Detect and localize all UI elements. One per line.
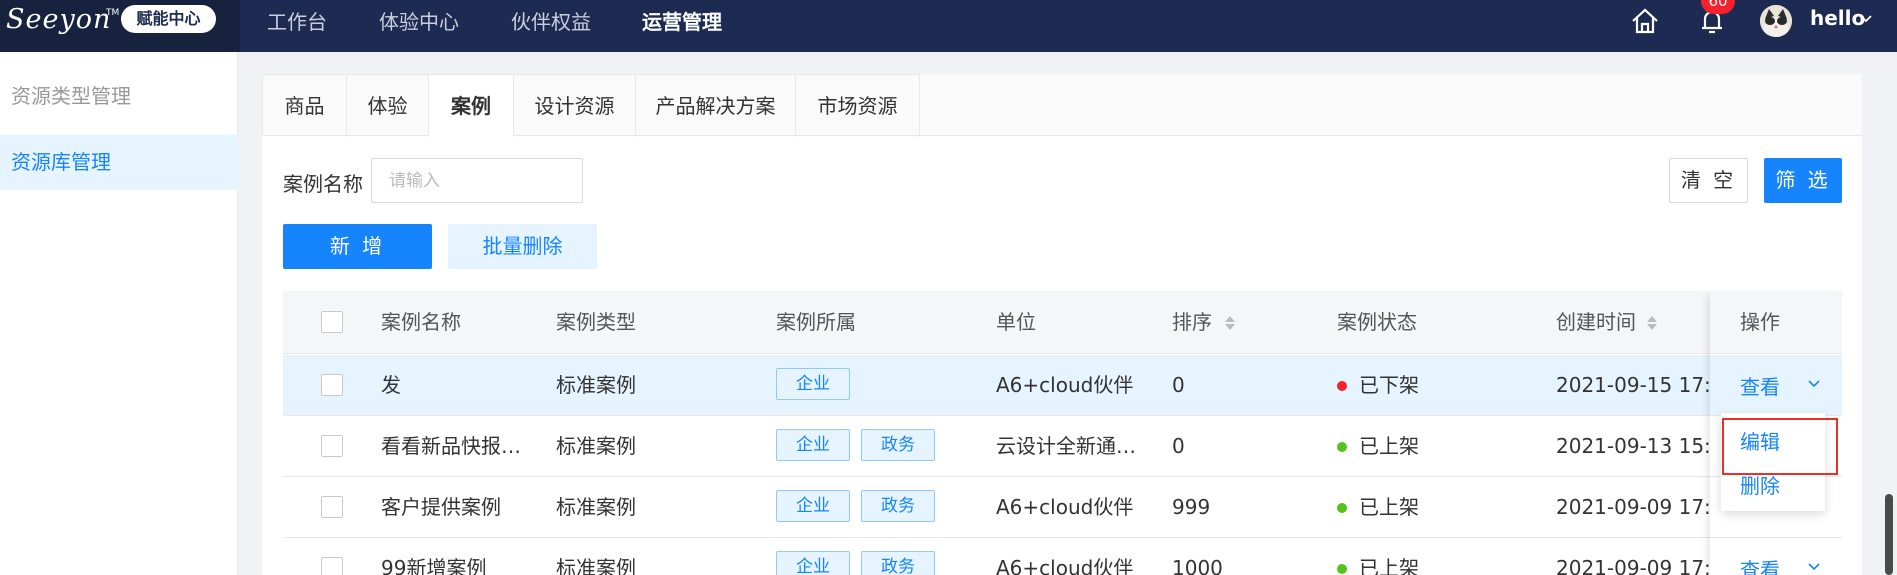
cell-unit: A6+cloud伙伴 [996, 556, 1134, 575]
column-header-actions: 操作 [1710, 291, 1842, 354]
logo-text: Seeyon [6, 4, 112, 35]
select-all-checkbox[interactable] [321, 311, 343, 333]
scrollbar-thumb[interactable] [1885, 494, 1893, 575]
nav-item-partner-rights[interactable]: 伙伴权益 [511, 6, 591, 35]
avatar[interactable] [1760, 5, 1792, 37]
tag-enterprise: 企业 [776, 551, 850, 575]
notification-badge: 60 [1701, 0, 1735, 14]
case-name-input[interactable] [371, 158, 583, 203]
tag-government: 政务 [861, 490, 935, 522]
cell-unit: A6+cloud伙伴 [996, 495, 1134, 519]
filter-button[interactable]: 筛 选 [1764, 158, 1842, 203]
cell-sort: 0 [1172, 373, 1185, 397]
cell-sort: 999 [1172, 495, 1211, 519]
tab-design-resources[interactable]: 设计资源 [514, 74, 636, 137]
nav-item-experience[interactable]: 体验中心 [379, 6, 459, 35]
row-checkbox[interactable] [321, 557, 343, 575]
tab-experience[interactable]: 体验 [347, 74, 429, 137]
tag-enterprise: 企业 [776, 368, 850, 400]
sidebar-item-resource-types[interactable]: 资源类型管理 [0, 69, 238, 124]
table-row: 看看新品快报… 标准案例 企业 政务 云设计全新通… 0 已上架 2021-09… [283, 416, 1842, 477]
cell-status: 已上架 [1359, 556, 1419, 575]
column-header-status: 案例状态 [1337, 310, 1417, 334]
tab-cases[interactable]: 案例 [429, 74, 514, 137]
cell-status: 已下架 [1359, 373, 1419, 397]
view-link[interactable]: 查看 [1740, 371, 1780, 400]
chevron-down-icon[interactable] [1858, 10, 1874, 26]
cell-name: 99新增案例 [381, 556, 487, 575]
tag-enterprise: 企业 [776, 429, 850, 461]
sidebar: 资源类型管理 资源库管理 [0, 52, 238, 575]
home-icon[interactable] [1630, 6, 1660, 36]
status-dot [1337, 503, 1347, 513]
column-header-sort[interactable]: 排序 [1172, 291, 1212, 354]
sort-icon[interactable] [1224, 314, 1236, 332]
column-header-belongs: 案例所属 [776, 310, 856, 334]
username[interactable]: hello [1810, 6, 1865, 30]
status-dot [1337, 381, 1347, 391]
logo[interactable]: Seeyon TM 赋能中心 [0, 0, 240, 52]
column-header-created[interactable]: 创建时间 [1556, 291, 1636, 354]
cell-sort: 1000 [1172, 556, 1223, 575]
column-header-type: 案例类型 [556, 310, 636, 334]
logo-tm: TM [106, 8, 120, 18]
brand-badge: 赋能中心 [121, 5, 216, 33]
action-cell: 查看 [1710, 355, 1842, 416]
tag-enterprise: 企业 [776, 490, 850, 522]
cell-unit: A6+cloud伙伴 [996, 373, 1134, 397]
cat-avatar-icon [1760, 5, 1792, 37]
tag-government: 政务 [861, 551, 935, 575]
tab-bar: 商品 体验 案例 设计资源 产品解决方案 市场资源 [262, 74, 1862, 137]
table-row: 99新增案例 标准案例 企业 政务 A6+cloud伙伴 1000 已上架 20… [283, 538, 1842, 575]
chevron-down-icon[interactable] [1806, 375, 1822, 391]
sort-icon[interactable] [1646, 314, 1658, 332]
add-button[interactable]: 新 增 [283, 224, 432, 269]
cell-status: 已上架 [1359, 434, 1419, 458]
table-row: 客户提供案例 标准案例 企业 政务 A6+cloud伙伴 999 已上架 202… [283, 477, 1842, 538]
cell-name: 看看新品快报… [381, 434, 521, 458]
highlight-box [1722, 418, 1838, 475]
cell-status: 已上架 [1359, 495, 1419, 519]
cell-type: 标准案例 [556, 556, 636, 575]
sidebar-item-resource-library[interactable]: 资源库管理 [0, 135, 238, 190]
cell-type: 标准案例 [556, 373, 636, 397]
column-header-name: 案例名称 [381, 310, 461, 334]
cell-unit: 云设计全新通… [996, 434, 1136, 458]
chevron-down-icon[interactable] [1806, 558, 1822, 574]
action-cell: 查看 [1710, 538, 1842, 575]
cell-type: 标准案例 [556, 495, 636, 519]
tab-goods[interactable]: 商品 [262, 74, 347, 137]
table-header: 案例名称 案例类型 案例所属 单位 排序 案例状态 创建时间 [283, 291, 1842, 354]
status-dot [1337, 564, 1347, 574]
nav-item-workbench[interactable]: 工作台 [267, 6, 327, 35]
tab-product-solutions[interactable]: 产品解决方案 [636, 74, 796, 137]
row-checkbox[interactable] [321, 496, 343, 518]
batch-delete-button[interactable]: 批量删除 [448, 224, 597, 269]
status-dot [1337, 442, 1347, 452]
cell-type: 标准案例 [556, 434, 636, 458]
nav-item-operations[interactable]: 运营管理 [642, 6, 722, 35]
tag-government: 政务 [861, 429, 935, 461]
case-name-label: 案例名称 [283, 172, 363, 196]
top-nav: Seeyon TM 赋能中心 工作台 体验中心 伙伴权益 运营管理 60 hel… [0, 0, 1897, 52]
cell-sort: 0 [1172, 434, 1185, 458]
view-link[interactable]: 查看 [1740, 554, 1780, 575]
clear-button[interactable]: 清 空 [1669, 158, 1748, 203]
row-checkbox[interactable] [321, 374, 343, 396]
column-header-unit: 单位 [996, 310, 1036, 334]
tab-market-resources[interactable]: 市场资源 [796, 74, 920, 137]
cell-name: 发 [381, 373, 401, 397]
row-checkbox[interactable] [321, 435, 343, 457]
cell-name: 客户提供案例 [381, 495, 501, 519]
table-row: 发 标准案例 企业 A6+cloud伙伴 0 已下架 2021-09-15 17… [283, 355, 1842, 416]
